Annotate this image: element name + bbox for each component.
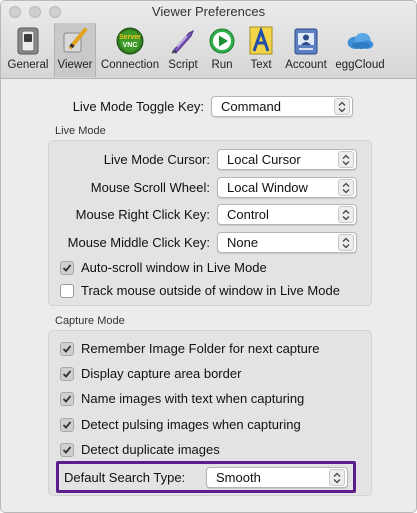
detect-pulsing-label: Detect pulsing images when capturing (81, 417, 301, 432)
display-border-label: Display capture area border (81, 366, 242, 381)
right-click-popup[interactable]: Control (217, 204, 357, 225)
preferences-window: Viewer Preferences General Viewer Server… (0, 0, 417, 513)
title-bar: Viewer Preferences General Viewer Server… (1, 1, 416, 79)
popup-value: Command (221, 99, 281, 114)
checkmark-icon (62, 344, 72, 353)
chevron-updown-icon (338, 234, 354, 251)
name-images-checkbox[interactable] (60, 391, 74, 406)
right-click-label: Mouse Right Click Key: (75, 207, 210, 222)
live-mode-section-title: Live Mode (55, 125, 106, 137)
track-mouse-label: Track mouse outside of window in Live Mo… (81, 283, 340, 298)
run-play-icon (207, 26, 237, 56)
scroll-wheel-popup[interactable]: Local Window (217, 177, 357, 198)
track-mouse-checkbox[interactable] (60, 283, 74, 298)
eggcloud-icon (345, 26, 375, 56)
window-title: Viewer Preferences (151, 4, 266, 19)
name-images-checkbox-row[interactable]: Name images with text when capturing (60, 391, 304, 406)
script-quill-icon (168, 26, 198, 56)
popup-value: Local Cursor (227, 152, 301, 167)
live-mode-cursor-label: Live Mode Cursor: (103, 152, 210, 167)
toolbar-item-connection[interactable]: Server VNC Connection (99, 23, 161, 77)
account-id-icon (291, 26, 321, 56)
detect-pulsing-checkbox[interactable] (60, 417, 74, 432)
middle-click-popup[interactable]: None (217, 232, 357, 253)
chevron-updown-icon (329, 469, 345, 486)
remember-folder-label: Remember Image Folder for next capture (81, 341, 320, 356)
detect-duplicates-checkbox-row[interactable]: Detect duplicate images (60, 442, 220, 457)
toolbar-item-eggcloud[interactable]: eggCloud (333, 23, 387, 77)
popup-value: Smooth (216, 470, 261, 485)
checkmark-icon (62, 445, 72, 454)
middle-click-label: Mouse Middle Click Key: (67, 235, 210, 250)
toolbar-label-account: Account (285, 59, 327, 71)
toolbar-label-viewer: Viewer (57, 59, 93, 71)
popup-value: None (227, 235, 259, 250)
toolbar-item-general[interactable]: General (5, 23, 51, 77)
badge-bottom-text: VNC (123, 42, 138, 49)
scroll-wheel-label: Mouse Scroll Wheel: (90, 180, 210, 195)
remember-folder-checkbox[interactable] (60, 341, 74, 356)
detect-duplicates-label: Detect duplicate images (81, 442, 220, 457)
toolbar-item-account[interactable]: Account (283, 23, 329, 77)
toolbar-item-run[interactable]: Run (206, 23, 238, 77)
detect-duplicates-checkbox[interactable] (60, 442, 74, 457)
toolbar-label-run: Run (211, 59, 233, 71)
toolbar-label-text: Text (250, 59, 272, 71)
live-mode-toggle-label: Live Mode Toggle Key: (72, 99, 204, 114)
toolbar-label-script: Script (168, 59, 198, 71)
connection-badge-icon: Server VNC (115, 26, 145, 56)
capture-mode-section-title: Capture Mode (55, 315, 125, 327)
track-mouse-checkbox-row[interactable]: Track mouse outside of window in Live Mo… (60, 283, 340, 298)
toolbar-label-connection: Connection (100, 59, 160, 71)
checkmark-icon (62, 369, 72, 378)
chevron-updown-icon (338, 206, 354, 223)
live-mode-cursor-popup[interactable]: Local Cursor (217, 149, 357, 170)
auto-scroll-label: Auto-scroll window in Live Mode (81, 260, 267, 275)
search-type-popup[interactable]: Smooth (206, 467, 348, 488)
toolbar-item-script[interactable]: Script (165, 23, 201, 77)
chevron-updown-icon (334, 98, 350, 115)
search-type-label: Default Search Type: (64, 470, 186, 485)
chevron-updown-icon (338, 179, 354, 196)
auto-scroll-checkbox[interactable] (60, 260, 74, 275)
live-mode-toggle-popup[interactable]: Command (211, 96, 353, 117)
display-border-checkbox[interactable] (60, 366, 74, 381)
text-a-icon (246, 26, 276, 56)
detect-pulsing-checkbox-row[interactable]: Detect pulsing images when capturing (60, 417, 301, 432)
toolbar-item-viewer[interactable]: Viewer (54, 23, 96, 77)
toolbar-label-eggcloud: eggCloud (335, 59, 385, 71)
chevron-updown-icon (338, 151, 354, 168)
badge-top-text: Server (119, 34, 141, 41)
name-images-label: Name images with text when capturing (81, 391, 305, 406)
toolbar-item-text[interactable]: Text (244, 23, 278, 77)
general-switch-icon (13, 26, 43, 56)
popup-value: Local Window (227, 180, 308, 195)
display-border-checkbox-row[interactable]: Display capture area border (60, 366, 241, 381)
checkmark-icon (62, 263, 72, 272)
checkmark-icon (62, 394, 72, 403)
popup-value: Control (227, 207, 269, 222)
remember-folder-checkbox-row[interactable]: Remember Image Folder for next capture (60, 341, 319, 356)
checkmark-icon (62, 420, 72, 429)
auto-scroll-checkbox-row[interactable]: Auto-scroll window in Live Mode (60, 260, 267, 275)
toolbar-label-general: General (7, 59, 49, 71)
viewer-pencil-icon (60, 26, 90, 56)
